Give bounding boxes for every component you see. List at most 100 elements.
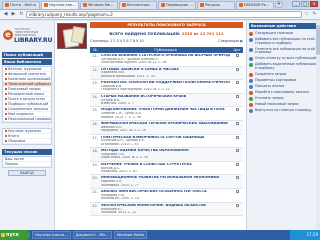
action-link[interactable]: Уточнить запрос: [249, 96, 319, 101]
bullet-icon: [5, 118, 7, 120]
action-link[interactable]: Сохранить запрос: [249, 71, 319, 77]
row-number: 11.: [92, 54, 98, 58]
action-link[interactable]: Следующая страница: [249, 31, 319, 36]
header-photo: [57, 23, 87, 49]
new-tab-button[interactable]: +: [275, 1, 283, 8]
browser-tab[interactable]: Переводчик с ...: [158, 0, 196, 9]
table-row: 19. ИЗУЧЕНИЕ ТРЕНИЯ В СЛОИСТЫХ СТРУКТУРАХ…: [90, 161, 243, 176]
publication-source[interactable]: Экология. 2011. С. 22: [101, 211, 230, 214]
table-row: 11. СПОСОБ ВЛИЯНИЯ СТАТУСНОГО ПРИЗНАКА НА…: [90, 53, 243, 67]
publication-source[interactable]: Геодезия и картография. 2010. № 3. С. 12: [101, 88, 230, 91]
publication-source[interactable]: Медицина. 2011. № 2. С. 19: [101, 129, 230, 132]
bullet-icon: [5, 140, 7, 142]
start-button[interactable]: пуск: [0, 230, 30, 240]
system-tray-clock[interactable]: 17:29: [290, 230, 320, 240]
logout-button[interactable]: ВЫХОД: [8, 170, 46, 176]
table-row: 21. АНАЛИЗ ЛИНГВИСТИЧЕСКИХ ОСОБЕННОСТЕЙ Т…: [90, 189, 243, 203]
row-body: РАЗРАБОТКА ТЕХНОЛОГИИ ПОДДЕРЖКИ ПОЛИГОНО…: [100, 80, 231, 93]
nav-item[interactable]: Персональный профиль: [3, 117, 51, 122]
row-body: МОДЕЛИРОВАНИЕ ТРАЕКТОРИИ ДВИЖЕНИЯ ЧАСТИЦ…: [100, 107, 231, 120]
row-select: [231, 148, 243, 161]
minimize-button[interactable]: _: [292, 1, 300, 7]
publication-source[interactable]: Вопросы философии. 2011. С. 33: [101, 75, 230, 78]
nav-item-label: Мои подписки: [8, 112, 34, 116]
taskbar-window-button[interactable]: Документ1 - Mic...: [72, 231, 112, 239]
close-window-button[interactable]: ×: [310, 1, 318, 7]
tab-favicon-icon: [83, 3, 87, 7]
publication-source[interactable]: Филология. 2009. С. 14: [101, 197, 230, 200]
action-link[interactable]: Снять отметку со всех публикаций: [249, 56, 319, 62]
table-row: 16. ФАРМАКОЛОГИЧЕСКАЯ ТЕРАПИЯ ХРОНИЧЕСКИХ…: [90, 121, 243, 135]
pagination: Страницы: 1 2 3 4 5 6 7 8 9 10 Следующая…: [90, 38, 243, 44]
action-link[interactable]: Вернуться на главную страницу: [249, 108, 319, 113]
windows-flag-icon: [1, 233, 5, 237]
browser-tab[interactable]: Бесплатные Интер...: [119, 0, 157, 9]
select-checkbox[interactable]: [235, 176, 239, 180]
action-icon: [249, 90, 253, 95]
browser-tab[interactable]: Научная электро...: [41, 0, 79, 9]
publication-source[interactable]: Агрономия. 2010. С. 45: [101, 143, 230, 146]
tab-label: Почта - Mail.ru: [10, 3, 37, 7]
publication-source[interactable]: Известия. 2009. С. 7: [101, 102, 230, 105]
browser-tab[interactable]: ЕВРАЗИЯ Рейтинг: [236, 0, 274, 9]
taskbar-window-button[interactable]: Windows Media: [113, 231, 147, 239]
reload-icon[interactable]: ↻: [18, 11, 25, 18]
page-links[interactable]: Страницы: 1 2 3 4 5 6 7 8 9 10: [90, 38, 144, 44]
select-checkbox[interactable]: [235, 81, 239, 85]
taskbar-window-button[interactable]: Научная электр...: [32, 231, 71, 239]
scrollbar[interactable]: [316, 21, 320, 230]
elibrary-logo[interactable]: e НАУЧНАЯ ЭЛЕКТРОННАЯ БИБЛИОТЕКА LIBRARY…: [2, 24, 52, 51]
select-checkbox[interactable]: [235, 162, 239, 166]
select-checkbox[interactable]: [235, 54, 239, 57]
action-label: Сохранить запрос: [255, 71, 287, 76]
url-input[interactable]: elibrary.ru/query_results.asp?pagenum=2: [26, 11, 302, 18]
publication-source[interactable]: Экономика. 2010. С. 77: [101, 184, 230, 187]
row-select: [231, 162, 243, 175]
select-checkbox[interactable]: [235, 149, 239, 153]
action-icon: [249, 78, 253, 83]
select-checkbox[interactable]: [235, 203, 239, 207]
row-body: СПОСОБ ВЛИЯНИЯ СТАТУСНОГО ПРИЗНАКА НА ВО…: [100, 53, 231, 66]
maximize-button[interactable]: □: [301, 1, 309, 7]
select-checkbox[interactable]: [235, 67, 239, 71]
scrollbar-thumb[interactable]: [316, 25, 320, 55]
tab-favicon-icon: [122, 3, 126, 7]
action-link[interactable]: Отметить все публикации на этой странице: [249, 47, 319, 56]
publication-source[interactable]: Механика. 2011. С. 61: [101, 170, 230, 173]
action-icon: [249, 102, 253, 107]
select-checkbox[interactable]: [235, 108, 239, 112]
select-checkbox[interactable]: [235, 94, 239, 98]
settings-icon[interactable]: ✎: [311, 11, 318, 18]
publication-source[interactable]: Педагогика. 2009. № 5. С. 30: [101, 156, 230, 159]
table-row: 20. ИННОВАЦИОННОЕ РАЗВИТИЕ РЕГИОНАЛЬНОЙ Э…: [90, 175, 243, 190]
browser-tab[interactable]: Ресурсы: [197, 0, 235, 9]
back-icon[interactable]: ◀: [2, 11, 9, 18]
nav-item-label: Подборки публикаций: [8, 102, 49, 106]
action-icon: [249, 63, 253, 68]
action-label: Перейти к поисковому запросу: [255, 89, 310, 94]
action-link[interactable]: Перейти к поисковому запросу: [249, 89, 319, 95]
action-link[interactable]: Добавить выделенные публикации в подборк…: [249, 62, 319, 71]
bookmark-star-icon[interactable]: ☆: [303, 11, 310, 18]
browser-tab[interactable]: Windows Media: [80, 0, 118, 9]
bullet-icon: [5, 88, 7, 90]
action-icon: [249, 72, 253, 77]
next-page-link[interactable]: Следующая ▶: [218, 38, 243, 44]
nav-item[interactable]: Сборники: [3, 139, 51, 144]
forward-icon[interactable]: ▶: [10, 11, 17, 18]
browser-tab[interactable]: Почта - Mail.ru: [2, 0, 40, 9]
results-count: ВСЕГО НАЙДЕНО ПУБЛИКАЦИЙ: 2335 из 13 761…: [90, 31, 243, 36]
select-checkbox[interactable]: [235, 190, 239, 194]
publication-source[interactable]: Электронный журнал. 2009. № 11. С. 54: [101, 61, 230, 64]
bullet-icon: [5, 83, 7, 85]
table-row: 22. ЭКОЛОГИЧЕСКИЙ МОНИТОРИНГ ВОДНЫХ ОБЪЕК…: [90, 202, 243, 217]
action-link[interactable]: Добавить все публикации на этой странице…: [249, 37, 319, 46]
action-icon: [249, 38, 253, 42]
tab-favicon-icon: [200, 3, 204, 7]
action-link[interactable]: Параметры сортировки: [249, 78, 319, 83]
action-link[interactable]: Показать анализ: [249, 84, 319, 89]
publication-source[interactable]: Физика. 2010. Т. 4. С. 98: [101, 116, 230, 119]
select-checkbox[interactable]: [235, 122, 239, 126]
action-link[interactable]: Новый поисковый запрос: [249, 102, 319, 107]
select-checkbox[interactable]: [235, 135, 239, 139]
